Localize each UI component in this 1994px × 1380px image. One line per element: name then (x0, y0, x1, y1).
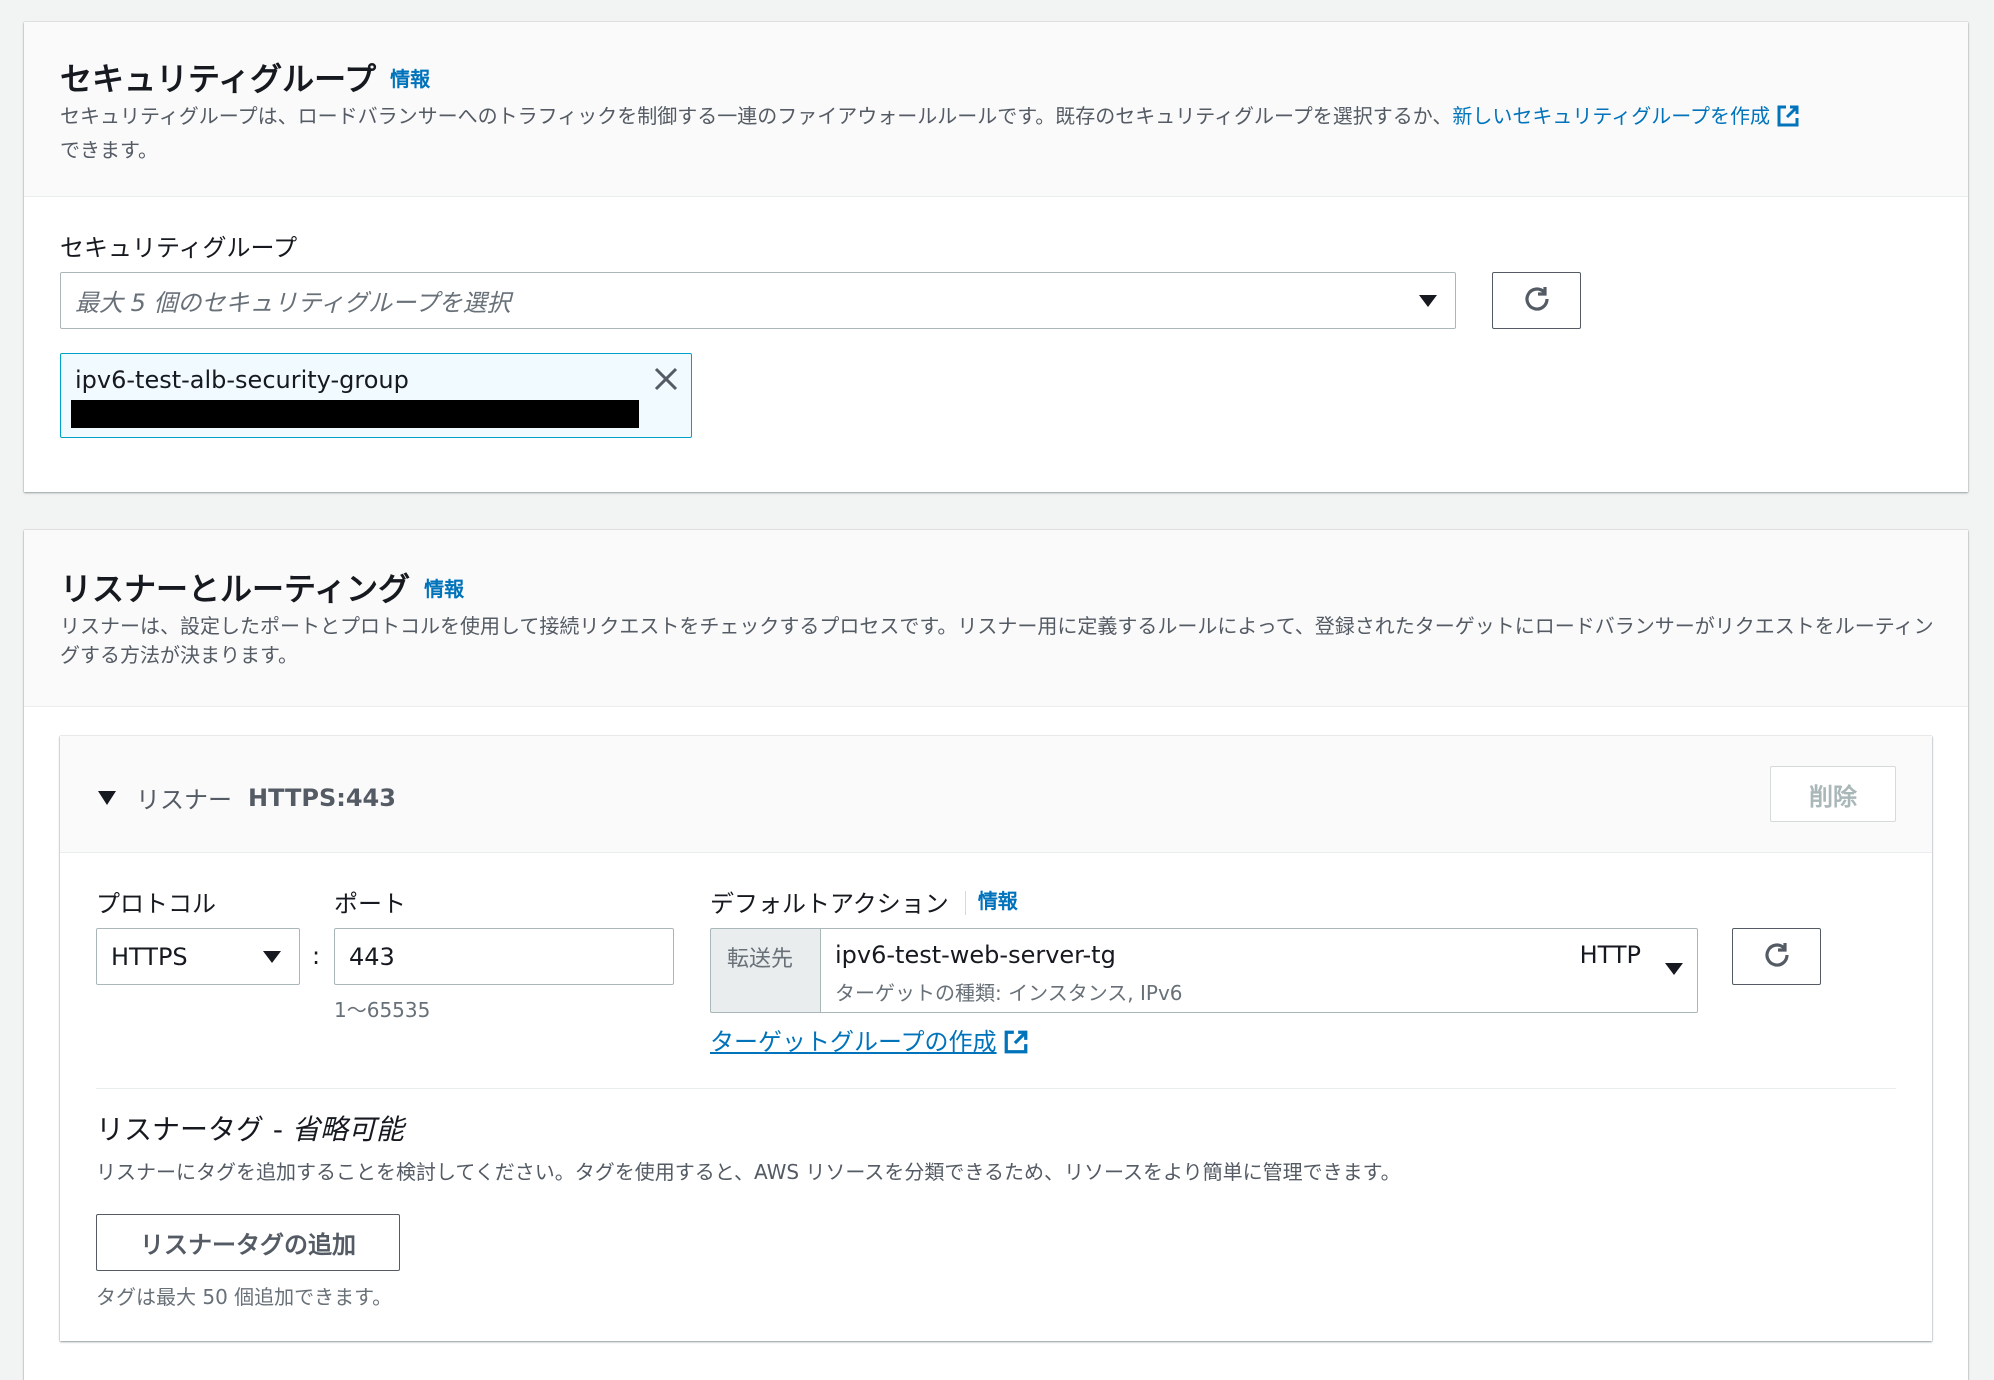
listener-tags-description: リスナーにタグを追加することを検討してください。タグを使用すると、AWS リソー… (96, 1160, 1401, 1184)
protocol-label: プロトコル (96, 890, 216, 918)
listener-header-value: HTTPS:443 (248, 783, 396, 812)
refresh-security-groups-button[interactable] (1492, 272, 1581, 329)
port-input[interactable]: 443 (334, 928, 674, 985)
protocol-port-separator: : (312, 942, 321, 970)
external-link-icon (1003, 1029, 1029, 1061)
refresh-icon (1522, 284, 1552, 318)
caret-down-icon (98, 790, 116, 805)
security-group-info-link[interactable]: 情報 (390, 67, 430, 91)
listener-tags-title: リスナータグ - 省略可能 (96, 1108, 404, 1148)
security-group-select-placeholder: 最大 5 個のセキュリティグループを選択 (75, 289, 511, 317)
caret-down-icon (263, 951, 281, 963)
security-group-description: セキュリティグループは、ロードバランサーへのトラフィックを制御する一連のファイア… (60, 102, 1940, 165)
caret-down-icon (1665, 963, 1683, 975)
create-security-group-link[interactable]: 新しいセキュリティグループを作成 (1452, 104, 1800, 128)
listener-header-label: リスナー (136, 786, 232, 814)
refresh-icon (1762, 940, 1792, 974)
listener-tags-optional: 省略可能 (291, 1113, 404, 1146)
create-security-group-link-text[interactable]: 新しいセキュリティグループを作成 (1452, 104, 1770, 128)
security-group-panel: セキュリティグループ 情報 セキュリティグループは、ロードバランサーへのトラフィッ… (24, 22, 1968, 492)
default-action-divider (964, 891, 966, 915)
external-link-icon (1776, 104, 1800, 136)
default-action-info-link[interactable]: 情報 (978, 889, 1018, 913)
listener-card: リスナー HTTPS:443 削除 プロトコル HTTPS : ポート 443 … (60, 736, 1932, 1341)
protocol-select-value: HTTPS (111, 942, 188, 971)
target-group-detail: ターゲットの種類: インスタンス, IPv6 (835, 981, 1183, 1005)
port-label: ポート (334, 890, 406, 918)
protocol-select[interactable]: HTTPS (96, 928, 300, 985)
security-group-title: セキュリティグループ 情報 (60, 54, 430, 100)
refresh-target-groups-button[interactable] (1732, 928, 1821, 985)
security-group-field-label: セキュリティグループ (60, 234, 298, 262)
security-group-title-text: セキュリティグループ (60, 60, 377, 98)
create-target-group-link-text[interactable]: ターゲットグループの作成 (710, 1028, 997, 1056)
listeners-routing-description: リスナーは、設定したポートとプロトコルを使用して接続リクエストをチェックするプロ… (60, 614, 1934, 667)
redacted-security-group-id (71, 400, 639, 428)
listeners-routing-panel: リスナーとルーティング 情報 リスナーは、設定したポートとプロトコルを使用して接続… (24, 530, 1968, 1380)
security-group-description-text: セキュリティグループは、ロードバランサーへのトラフィックを制御する一連のファイア… (60, 104, 1453, 128)
selected-security-group-name: ipv6-test-alb-security-group (75, 366, 409, 394)
listeners-routing-title-text: リスナーとルーティング (60, 570, 411, 608)
target-group-protocol: HTTP (1579, 941, 1641, 969)
listener-tags-limit: タグは最大 50 個追加できます。 (96, 1285, 393, 1309)
listener-header-toggle[interactable]: リスナー HTTPS:443 (98, 780, 396, 815)
remove-token-close-icon[interactable] (653, 366, 679, 396)
listeners-routing-info-link[interactable]: 情報 (424, 577, 464, 601)
port-input-value: 443 (349, 942, 395, 971)
default-action-label-text: デフォルトアクション (710, 890, 949, 918)
add-listener-tag-button[interactable]: リスナータグの追加 (96, 1214, 400, 1271)
default-action-label: デフォルトアクション 情報 (710, 884, 1018, 919)
caret-down-icon (1419, 295, 1437, 307)
listeners-routing-title: リスナーとルーティング 情報 (60, 564, 464, 610)
create-target-group-link[interactable]: ターゲットグループの作成 (710, 1022, 1029, 1061)
forward-to-addon: 転送先 (710, 928, 820, 1013)
port-range-hint: 1〜65535 (334, 998, 431, 1022)
security-group-select[interactable]: 最大 5 個のセキュリティグループを選択 (60, 272, 1456, 329)
security-group-description-tail: できます。 (60, 138, 158, 162)
selected-security-group-token: ipv6-test-alb-security-group (60, 353, 692, 438)
listener-tags-divider (96, 1088, 1896, 1089)
forward-to-label: 転送先 (727, 947, 794, 972)
target-group-select[interactable]: ipv6-test-web-server-tg ターゲットの種類: インスタンス… (820, 928, 1698, 1013)
listener-tags-title-text: リスナータグ - (96, 1113, 292, 1146)
target-group-name: ipv6-test-web-server-tg (835, 941, 1116, 969)
remove-listener-button[interactable]: 削除 (1770, 766, 1896, 822)
